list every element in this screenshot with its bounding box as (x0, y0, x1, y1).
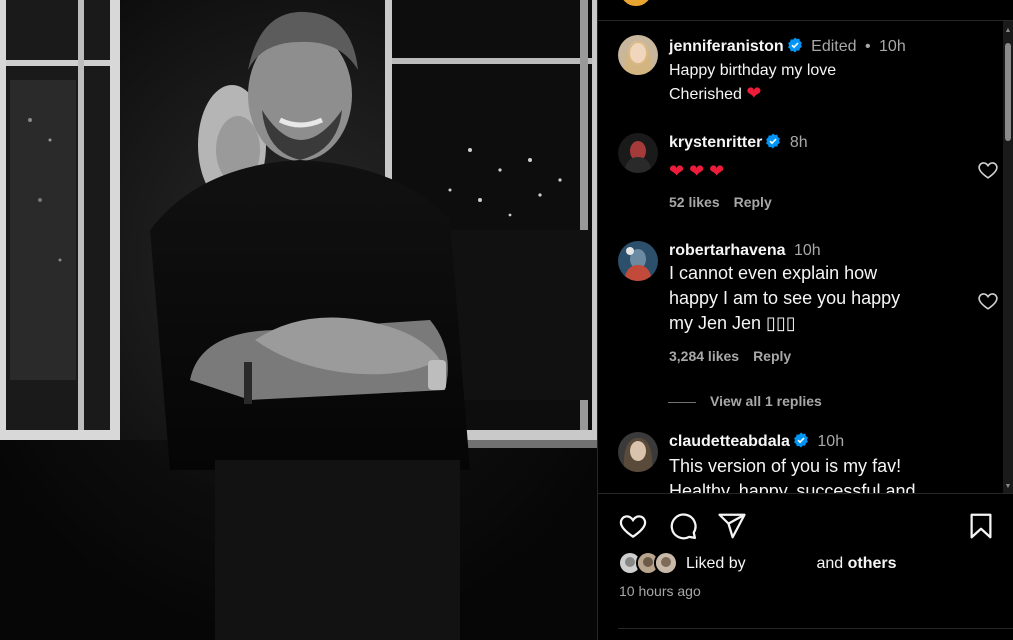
post-photo-image (0, 0, 597, 640)
comment-time: 8h (789, 134, 808, 151)
liked-by-label: Liked by (686, 555, 746, 572)
comment-time: 10h (793, 242, 821, 259)
comments-list[interactable]: jenniferaniston Edited • 10h Happy birth… (598, 21, 1004, 493)
header-avatar[interactable] (618, 0, 654, 8)
comment-time: 10h (817, 433, 845, 450)
comment-avatar[interactable] (618, 241, 658, 281)
comment-input-divider (618, 628, 1013, 629)
liked-by-text: Liked by and others (686, 555, 897, 573)
comment-text: ❤ ❤ ❤ (669, 161, 725, 181)
reply-thread-line (668, 401, 696, 403)
comment-likes-count[interactable]: 52 likes (669, 194, 720, 210)
post-timestamp[interactable]: 10 hours ago (619, 583, 701, 599)
comment-likes-count[interactable]: 3,284 likes (669, 348, 739, 364)
comment-heart-icon[interactable] (977, 290, 1001, 314)
liked-by-and: and (816, 555, 844, 572)
verified-badge-icon (793, 432, 809, 454)
comment-text-line-1: This version of you is my fav! (669, 456, 902, 476)
caption-line-2-text: Cherished (669, 86, 742, 103)
caption-line-2: Cherished ❤ (669, 82, 952, 106)
reply-button[interactable]: Reply (753, 348, 791, 364)
view-replies-button[interactable]: View all 1 replies (668, 393, 822, 409)
liked-by-others[interactable]: others (848, 555, 897, 572)
comment-username[interactable]: krystenritter (669, 134, 762, 151)
verified-badge-icon (765, 133, 781, 155)
post-actions-bar (618, 511, 998, 543)
comment-username[interactable]: claudetteabdala (669, 433, 790, 450)
comments-scrollbar[interactable]: ▲ ▼ (1003, 21, 1013, 493)
comment-username[interactable]: robertarhavena (669, 242, 786, 259)
scroll-down-arrow-icon[interactable]: ▼ (1004, 483, 1012, 491)
bookmark-icon[interactable] (966, 511, 998, 543)
edited-label: Edited (811, 38, 857, 55)
author-username[interactable]: jenniferaniston (669, 38, 784, 55)
comment-body: robertarhavena 10h I cannot even explain… (669, 241, 952, 364)
comment-icon[interactable] (668, 511, 700, 543)
heart-icon[interactable] (618, 511, 650, 543)
author-avatar[interactable] (618, 35, 658, 75)
caption-line-1: Happy birthday my love (669, 62, 837, 79)
comment-avatar[interactable] (618, 133, 658, 173)
reply-button[interactable]: Reply (734, 194, 772, 210)
post-side-panel: jenniferaniston Edited • 10h Happy birth… (597, 0, 1013, 640)
comment-text-line-2: Healthy, happy, successful and (669, 481, 916, 493)
caption-body: jenniferaniston Edited • 10h Happy birth… (669, 37, 952, 106)
heart-emoji: ❤ (746, 83, 762, 103)
meta-separator: • (864, 38, 871, 55)
caption-time: 10h (879, 38, 906, 55)
liked-by-row[interactable]: Liked by and others (618, 551, 998, 579)
scrollbar-thumb[interactable] (1005, 43, 1011, 141)
actions-divider (598, 493, 1013, 494)
share-icon[interactable] (717, 511, 749, 543)
liker-avatar (654, 551, 678, 575)
comment-body: krystenritter 8h ❤ ❤ ❤ 52 likes Reply (669, 133, 952, 210)
post-photo (0, 0, 597, 640)
comment-body: claudetteabdala 10h This version of you … (669, 432, 952, 493)
comment-avatar[interactable] (618, 432, 658, 472)
comment-text-line-2: happy I am to see you happy (669, 288, 901, 308)
comment-heart-icon[interactable] (977, 159, 1001, 183)
comment-text-line-3: my Jen Jen ▯▯▯ (669, 313, 796, 333)
view-replies-label: View all 1 replies (710, 393, 822, 409)
verified-badge-icon (787, 37, 803, 59)
scroll-up-arrow-icon[interactable]: ▲ (1004, 27, 1012, 35)
comment-text-line-1: I cannot even explain how (669, 263, 878, 283)
